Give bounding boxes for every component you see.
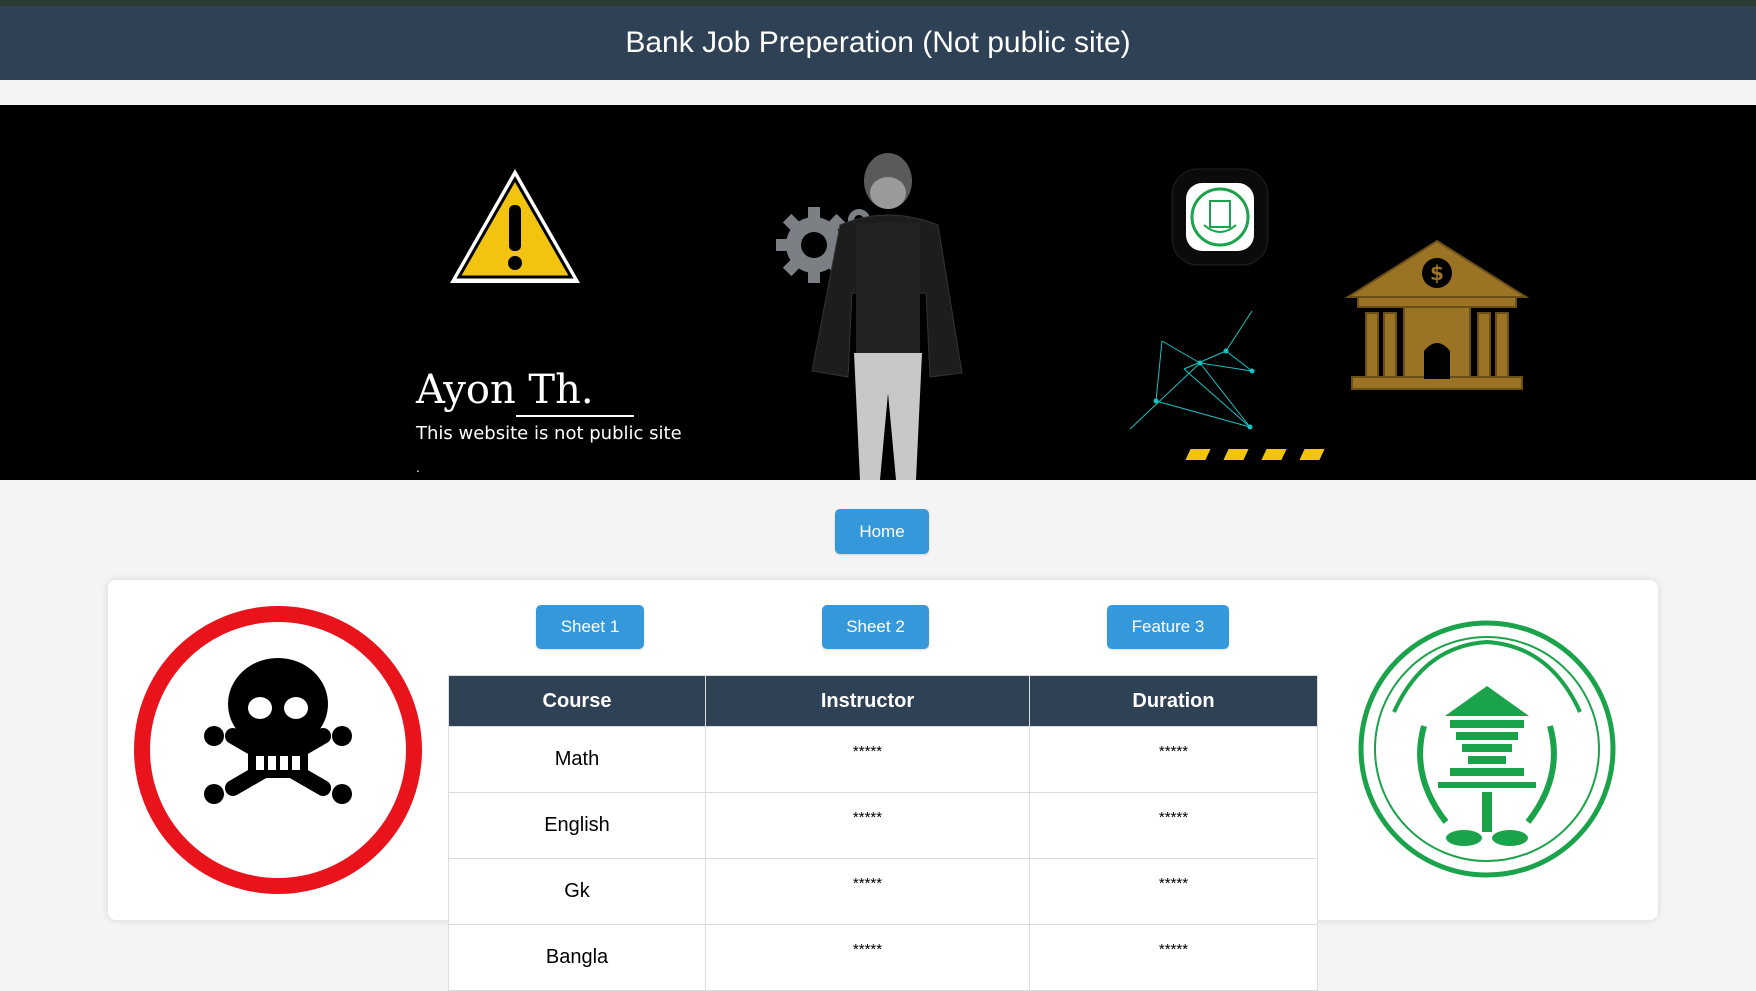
course-cell: Gk bbox=[448, 858, 706, 925]
table-row: Bangla ***** ***** bbox=[448, 924, 1318, 991]
feature-3-button[interactable]: Feature 3 bbox=[1107, 605, 1229, 649]
hero-banner: $ Ayon Th. This website is not public si… bbox=[0, 105, 1756, 480]
yellow-stripes bbox=[1185, 449, 1325, 460]
duration-cell: ***** bbox=[1029, 858, 1318, 925]
table-row: Math ***** ***** bbox=[448, 726, 1318, 793]
bangladesh-bank-logo bbox=[1358, 620, 1616, 878]
instructor-cell: ***** bbox=[705, 792, 1030, 859]
header-duration: Duration bbox=[1029, 675, 1318, 727]
page-header: Bank Job Preperation (Not public site) bbox=[0, 6, 1756, 80]
instructor-cell: ***** bbox=[705, 924, 1030, 991]
home-button[interactable]: Home bbox=[835, 509, 929, 554]
page-title: Bank Job Preperation (Not public site) bbox=[625, 26, 1131, 59]
banner-subtitle: This website is not public site bbox=[416, 423, 682, 444]
course-cell: English bbox=[448, 792, 706, 859]
banner-name: Ayon Th. bbox=[416, 367, 594, 413]
skull-crossbones-icon bbox=[134, 606, 422, 894]
duration-cell: ***** bbox=[1029, 792, 1318, 859]
duration-cell: ***** bbox=[1029, 924, 1318, 991]
bank-building-icon: $ bbox=[1344, 239, 1530, 390]
table-row: Gk ***** ***** bbox=[448, 858, 1318, 925]
sheet-2-button[interactable]: Sheet 2 bbox=[822, 605, 929, 649]
course-cell: Math bbox=[448, 726, 706, 793]
banner-underline bbox=[516, 415, 634, 417]
instructor-cell: ***** bbox=[705, 858, 1030, 925]
duration-cell: ***** bbox=[1029, 726, 1318, 793]
sheet-1-button[interactable]: Sheet 1 bbox=[536, 605, 644, 649]
courses-table: Course Instructor Duration Math ***** **… bbox=[448, 675, 1318, 991]
svg-text:$: $ bbox=[1430, 261, 1444, 285]
network-graphic bbox=[1129, 310, 1255, 430]
course-cell: Bangla bbox=[448, 924, 706, 991]
warning-icon bbox=[450, 169, 580, 283]
bangladesh-bank-logo-small bbox=[1171, 168, 1269, 266]
table-row: English ***** ***** bbox=[448, 792, 1318, 859]
table-header-row: Course Instructor Duration bbox=[448, 675, 1318, 727]
instructor-cell: ***** bbox=[705, 726, 1030, 793]
banner-dot: . bbox=[416, 459, 420, 475]
header-instructor: Instructor bbox=[705, 675, 1030, 727]
header-course: Course bbox=[448, 675, 706, 727]
person-photo bbox=[811, 153, 963, 480]
